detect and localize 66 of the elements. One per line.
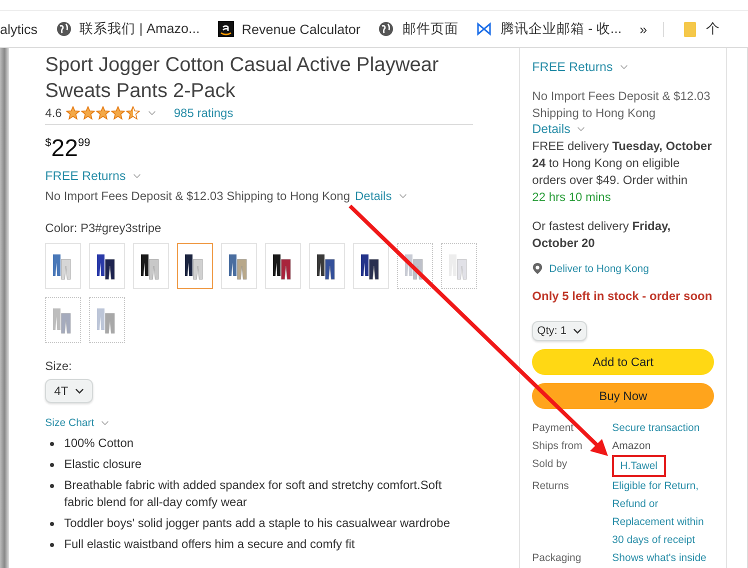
bullet-icon (50, 543, 54, 547)
details-link[interactable]: Details (355, 189, 392, 203)
feature-bullet: Breathable fabric with added spandex for soft and stretchy comfort.Soft fabric blend for all-day comfy wear (64, 477, 443, 511)
info-link[interactable]: Eligible for Return, Refund or Replacement within 30 days of receipt (612, 477, 714, 549)
caret-icon[interactable] (101, 420, 110, 426)
countdown-text: 22 hrs 10 mins (532, 189, 612, 206)
bullet-icon (50, 522, 54, 526)
shipping-text: No Import Fees Deposit & $12.03 Shipping to Hong Kong (532, 88, 712, 122)
free-returns-link[interactable]: FREE Returns (532, 60, 613, 74)
deliver-to-link[interactable]: Deliver to Hong Kong (549, 262, 649, 274)
free-returns-link[interactable]: FREE Returns (45, 169, 126, 183)
bookmark-link[interactable]: alytics (0, 22, 38, 36)
caret-icon[interactable] (148, 110, 156, 116)
caret-icon (572, 328, 582, 334)
caret-icon (75, 388, 84, 394)
more-bookmarks-button[interactable]: » (640, 22, 664, 36)
info-link[interactable]: H.Tawel (612, 455, 666, 477)
stock-warning: Only 5 left in stock - order soon (532, 288, 714, 305)
details-link[interactable]: Details (532, 122, 570, 136)
shipping-text: No Import Fees Deposit & $12.03 Shipping to Hong Kong (45, 189, 350, 203)
feature-bullet: Toddler boys' solid jogger pants add a staple to his casualwear wardrobe (64, 515, 450, 532)
info-label: Packaging (532, 551, 582, 566)
color-swatch[interactable] (45, 297, 82, 343)
bullet-icon (50, 442, 54, 446)
info-value: Amazon (612, 440, 651, 452)
feature-bullet: Elastic closure (64, 456, 142, 473)
feature-bullet: 100% Cotton (64, 435, 134, 452)
size-label: Size: (45, 359, 73, 373)
size-dropdown[interactable]: 4T (45, 379, 94, 403)
product-title: Sport Jogger Cotton Casual Active Playwear Sweats Pants 2-Pack (45, 53, 440, 104)
caret-icon[interactable] (577, 126, 586, 132)
bullet-icon (50, 463, 54, 467)
info-label: Sold by (532, 457, 568, 472)
add-to-cart-button[interactable]: Add to Cart (532, 349, 714, 375)
info-label: Returns (532, 479, 570, 494)
fastest-delivery-text: Or fastest delivery Friday, October 20 (532, 218, 672, 252)
color-swatch[interactable] (397, 243, 434, 289)
info-link[interactable]: Shows what's inside (612, 549, 714, 567)
color-swatch[interactable] (89, 297, 126, 343)
color-swatch[interactable] (177, 243, 214, 289)
info-label: Ships from (532, 439, 584, 454)
ratings-link[interactable]: 985 ratings (174, 106, 234, 120)
info-link[interactable]: Secure transaction (612, 419, 714, 437)
caret-icon[interactable] (398, 193, 407, 199)
caret-icon[interactable] (132, 173, 141, 179)
amazon-logo-icon (218, 21, 234, 37)
bookmark-link[interactable]: Revenue Calculator (242, 22, 360, 36)
color-label: Color: P3#grey3stripe (45, 221, 162, 235)
bookmark-link[interactable]: 联系我们 | Amazo... (80, 20, 200, 38)
rating-value: 4.6 (45, 106, 62, 120)
bookmark-link[interactable]: 个 (706, 20, 720, 38)
folder-icon (682, 21, 698, 37)
bowtie-logo-icon (476, 21, 492, 37)
price: $^{$}$22$^{99}$ (45, 135, 92, 163)
bookmark-link[interactable]: 腾讯企业邮箱 - 收... (500, 20, 622, 38)
bullet-icon (50, 484, 54, 488)
color-swatch[interactable] (441, 243, 478, 289)
quantity-dropdown[interactable]: Qty: 1 (532, 321, 586, 341)
bookmark-link[interactable]: 邮件页面 (402, 20, 458, 38)
size-chart-link[interactable]: Size Chart (45, 417, 94, 429)
location-pin-icon (532, 262, 544, 275)
buy-now-button[interactable]: Buy Now (532, 383, 714, 409)
delivery-text: FREE delivery Tuesday, October 24 to Hong Kong on eligible orders over $49. Order within (532, 138, 713, 189)
caret-icon[interactable] (620, 64, 628, 70)
feature-bullet: Full elastic waistband offers him a secure and comfy fit (64, 536, 355, 553)
info-label: Payment (532, 421, 575, 436)
